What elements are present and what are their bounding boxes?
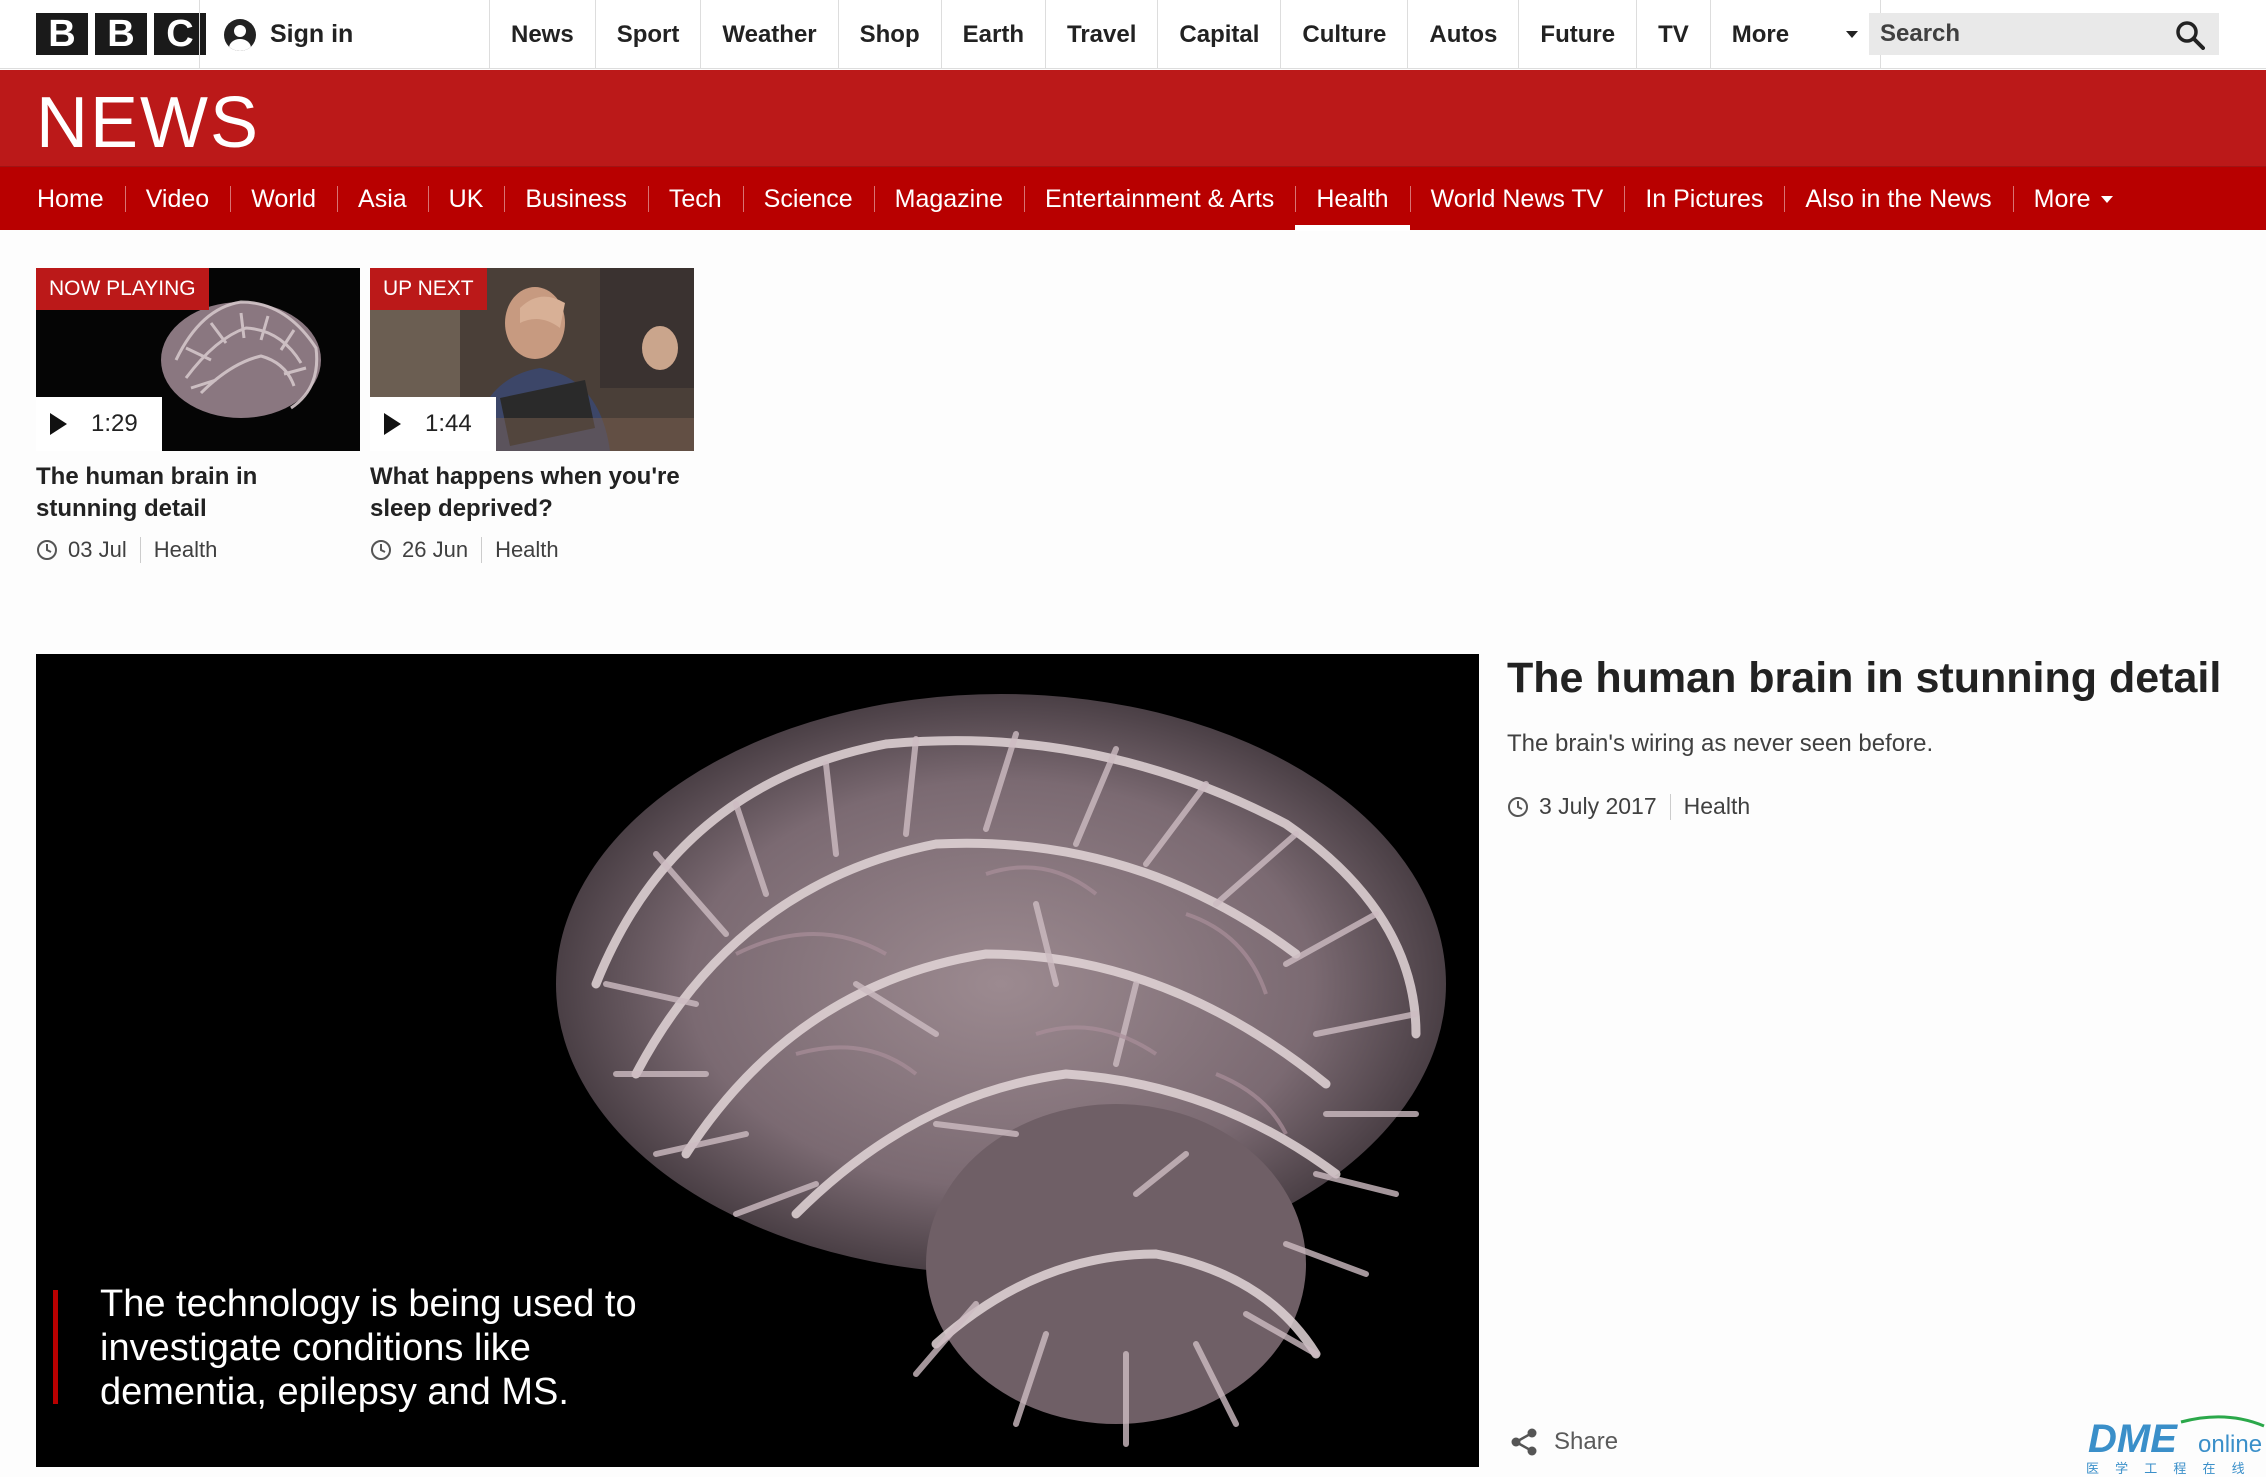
global-nav-shop[interactable]: Shop bbox=[839, 0, 942, 69]
dme-online-watermark-logo: DME online 医 学 工 程 在 线 bbox=[2086, 1415, 2265, 1477]
global-nav-more-button[interactable]: More bbox=[1711, 0, 1881, 69]
global-nav: News Sport Weather Shop Earth Travel Cap… bbox=[490, 0, 1881, 69]
global-nav-more-label: More bbox=[1731, 20, 1790, 48]
meta-divider bbox=[481, 537, 483, 563]
sign-in-link[interactable]: Sign in bbox=[199, 0, 490, 69]
caption-accent-bar bbox=[53, 1290, 58, 1404]
watermark-suffix: online bbox=[2198, 1431, 2262, 1458]
news-banner: NEWS bbox=[0, 70, 2266, 166]
bbc-global-header: B B C Sign in News Sport Weather Shop Ea… bbox=[0, 0, 2266, 69]
share-label: Share bbox=[1554, 1428, 1619, 1455]
story-summary: The brain's wiring as never seen before. bbox=[1507, 730, 1934, 757]
section-nav-more-label: More bbox=[2033, 184, 2091, 213]
section-nav-asia[interactable]: Asia bbox=[337, 167, 428, 231]
sign-in-label: Sign in bbox=[270, 20, 354, 48]
global-nav-tv[interactable]: TV bbox=[1637, 0, 1711, 69]
global-nav-future[interactable]: Future bbox=[1519, 0, 1638, 69]
global-nav-earth[interactable]: Earth bbox=[942, 0, 1046, 69]
card-date: 03 Jul bbox=[68, 537, 127, 562]
global-nav-culture[interactable]: Culture bbox=[1281, 0, 1409, 69]
section-nav-uk[interactable]: UK bbox=[427, 167, 505, 231]
global-nav-capital[interactable]: Capital bbox=[1158, 0, 1282, 69]
section-nav-world[interactable]: World bbox=[230, 167, 337, 231]
up-next-badge: UP NEXT bbox=[370, 268, 487, 310]
user-icon bbox=[224, 18, 256, 51]
share-button[interactable]: Share bbox=[1510, 1428, 1618, 1456]
card-meta: 03 Jul Health bbox=[36, 537, 360, 563]
video-duration: 1:44 bbox=[425, 410, 472, 437]
watermark-tagline: 医 学 工 程 在 线 bbox=[2086, 1461, 2251, 1477]
section-nav-more-button[interactable]: More bbox=[2012, 167, 2134, 231]
meta-divider bbox=[139, 537, 141, 563]
watermark-brand: DME bbox=[2088, 1417, 2178, 1461]
section-nav-video[interactable]: Video bbox=[124, 167, 231, 231]
global-nav-sport[interactable]: Sport bbox=[596, 0, 702, 69]
search-input[interactable]: Search bbox=[1869, 13, 2219, 55]
card-title[interactable]: What happens when you're sleep deprived? bbox=[370, 461, 694, 525]
share-icon bbox=[1511, 1428, 1537, 1456]
now-playing-badge: NOW PLAYING bbox=[36, 268, 209, 310]
section-nav-business[interactable]: Business bbox=[504, 167, 647, 231]
bbc-logo[interactable]: B B C bbox=[36, 13, 206, 55]
news-logo[interactable]: NEWS bbox=[36, 82, 260, 164]
meta-divider bbox=[1669, 793, 1671, 820]
play-duration-button[interactable]: 1:44 bbox=[370, 397, 496, 451]
global-nav-weather[interactable]: Weather bbox=[701, 0, 839, 69]
section-nav-health[interactable]: Health bbox=[1295, 167, 1410, 231]
story-title: The human brain in stunning detail bbox=[1507, 654, 2222, 702]
chevron-down-icon bbox=[2100, 195, 2113, 203]
card-section-link[interactable]: Health bbox=[154, 537, 218, 563]
bbc-logo-letter: B bbox=[36, 13, 88, 55]
section-nav-also-in-the-news[interactable]: Also in the News bbox=[1784, 167, 2012, 231]
section-nav-tech[interactable]: Tech bbox=[647, 167, 743, 231]
video-thumbnail[interactable]: UP NEXT 1:44 bbox=[370, 268, 694, 451]
playlist-card-now-playing[interactable]: NOW PLAYING 1:29 The human brain in stun… bbox=[36, 268, 360, 563]
story-meta: 3 July 2017 Health bbox=[1507, 793, 1750, 820]
card-meta: 26 Jun Health bbox=[370, 537, 694, 563]
section-nav-in-pictures[interactable]: In Pictures bbox=[1624, 167, 1784, 231]
video-duration: 1:29 bbox=[91, 410, 138, 437]
play-duration-button[interactable]: 1:29 bbox=[36, 397, 162, 451]
story-date: 3 July 2017 bbox=[1539, 793, 1657, 819]
video-player[interactable]: The technology is being used to investig… bbox=[36, 654, 1479, 1467]
clock-icon bbox=[371, 540, 391, 560]
bbc-logo-letter: B bbox=[95, 13, 147, 55]
card-section-link[interactable]: Health bbox=[495, 537, 559, 563]
chevron-down-icon bbox=[1845, 31, 1858, 38]
clock-icon bbox=[1508, 796, 1528, 817]
section-nav-magazine[interactable]: Magazine bbox=[873, 167, 1024, 231]
global-nav-travel[interactable]: Travel bbox=[1046, 0, 1159, 69]
section-nav-science[interactable]: Science bbox=[742, 167, 874, 231]
story-section-link[interactable]: Health bbox=[1684, 793, 1750, 820]
search-icon[interactable] bbox=[2175, 20, 2205, 50]
global-nav-autos[interactable]: Autos bbox=[1408, 0, 1520, 69]
global-nav-news[interactable]: News bbox=[490, 0, 596, 69]
play-icon bbox=[384, 413, 401, 435]
card-date: 26 Jun bbox=[402, 537, 469, 562]
playlist-card-up-next[interactable]: UP NEXT 1:44 What happens when you're sl… bbox=[370, 268, 694, 563]
video-caption: The technology is being used to investig… bbox=[100, 1283, 637, 1413]
section-nav-world-news-tv[interactable]: World News TV bbox=[1409, 167, 1625, 231]
section-nav: Home Video World Asia UK Business Tech S… bbox=[0, 166, 2266, 231]
clock-icon bbox=[37, 540, 57, 560]
play-icon bbox=[50, 413, 67, 435]
video-thumbnail[interactable]: NOW PLAYING 1:29 bbox=[36, 268, 360, 451]
search-placeholder: Search bbox=[1880, 20, 1961, 47]
section-nav-entertainment-arts[interactable]: Entertainment & Arts bbox=[1024, 167, 1295, 231]
section-nav-home[interactable]: Home bbox=[16, 167, 125, 231]
card-title[interactable]: The human brain in stunning detail bbox=[36, 461, 360, 525]
